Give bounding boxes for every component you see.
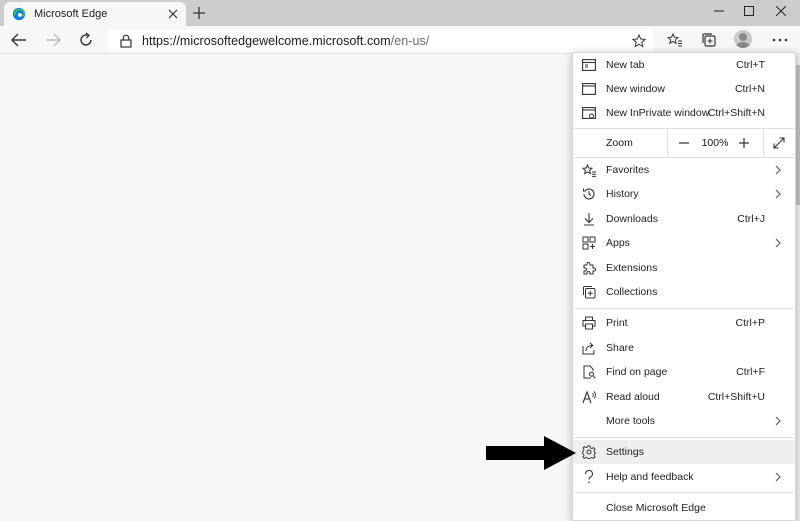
menu-item-label: New InPrivate window — [606, 107, 710, 119]
zoom-row: Zoom 100% — [573, 129, 795, 157]
question-mark-icon — [581, 469, 597, 485]
menu-item-label: Extensions — [606, 262, 658, 274]
puzzle-piece-icon — [581, 260, 597, 276]
menu-item-label: Help and feedback — [606, 471, 694, 483]
url-host: https://microsoftedgewelcome.microsoft.c… — [142, 33, 391, 48]
menu-item-label: Read aloud — [606, 391, 660, 403]
zoom-divider — [763, 129, 764, 157]
zoom-label: Zoom — [606, 137, 633, 149]
menu-separator — [573, 308, 795, 309]
menu-item-shortcut: Ctrl+Shift+N — [707, 107, 765, 119]
url-path: /en-us/ — [390, 33, 430, 48]
menu-item-shortcut: Ctrl+T — [736, 59, 765, 71]
find-on-page-icon — [581, 364, 597, 380]
menu-item-label: New window — [606, 83, 665, 95]
edge-logo-icon — [12, 7, 26, 21]
download-icon — [581, 211, 597, 227]
menu-separator — [573, 437, 795, 438]
menu-item-find-on-page[interactable]: Find on page Ctrl+F — [573, 360, 795, 384]
menu-item-new-window[interactable]: New window Ctrl+N — [573, 77, 795, 101]
menu-item-collections[interactable]: Collections — [573, 280, 795, 304]
menu-item-shortcut: Ctrl+P — [735, 317, 765, 329]
browser-tab[interactable]: Microsoft Edge — [4, 2, 186, 26]
menu-item-label: Close Microsoft Edge — [606, 502, 706, 514]
url-text[interactable]: https://microsoftedgewelcome.microsoft.c… — [142, 34, 429, 48]
lock-icon[interactable] — [118, 33, 134, 49]
settings-and-more-icon[interactable] — [767, 28, 793, 52]
zoom-value: 100% — [701, 137, 729, 149]
zoom-divider — [667, 129, 668, 157]
full-screen-icon[interactable] — [768, 133, 790, 153]
chevron-right-icon — [773, 188, 783, 200]
settings-and-more-menu: New tab Ctrl+T New window Ctrl+N New InP… — [572, 52, 796, 521]
collections-icon — [581, 284, 597, 300]
apps-icon — [581, 235, 597, 251]
close-tab-icon[interactable] — [164, 5, 182, 23]
menu-item-label: Share — [606, 342, 635, 354]
tab-strip: Microsoft Edge — [0, 0, 800, 26]
add-favorite-star-icon[interactable] — [630, 32, 648, 50]
refresh-icon[interactable] — [73, 28, 99, 52]
menu-item-label: Favorites — [606, 164, 650, 176]
new-tab-plus-icon[interactable] — [190, 4, 208, 22]
history-icon — [581, 186, 597, 202]
inprivate-window-icon — [581, 105, 597, 121]
menu-item-label: Apps — [606, 237, 630, 249]
menu-item-extensions[interactable]: Extensions — [573, 256, 795, 280]
menu-item-label: Print — [606, 317, 628, 329]
favorites-icon — [581, 162, 597, 178]
menu-item-read-aloud[interactable]: Read aloud Ctrl+Shift+U — [573, 385, 795, 409]
menu-item-downloads[interactable]: Downloads Ctrl+J — [573, 207, 795, 231]
menu-item-print[interactable]: Print Ctrl+P — [573, 311, 795, 335]
scrollbar-thumb[interactable] — [796, 65, 800, 205]
printer-icon — [581, 315, 597, 331]
zoom-out-icon[interactable] — [673, 133, 695, 153]
menu-item-favorites[interactable]: Favorites — [573, 158, 795, 182]
gear-icon — [581, 444, 597, 460]
menu-item-label: History — [606, 188, 639, 200]
annotation-arrow-icon — [486, 436, 576, 470]
menu-item-close-microsoft-edge[interactable]: Close Microsoft Edge — [573, 496, 795, 520]
maximize-icon[interactable] — [734, 0, 764, 22]
new-tab-icon — [581, 57, 597, 73]
menu-item-shortcut: Ctrl+N — [734, 83, 765, 95]
menu-separator — [573, 492, 795, 493]
menu-item-shortcut: Ctrl+Shift+U — [707, 391, 765, 403]
chevron-right-icon — [773, 415, 783, 427]
profile-avatar[interactable] — [734, 30, 752, 48]
chevron-right-icon — [773, 164, 783, 176]
menu-item-more-tools[interactable]: More tools — [573, 409, 795, 433]
new-window-icon — [581, 81, 597, 97]
menu-item-apps[interactable]: Apps — [573, 231, 795, 255]
tab-title: Microsoft Edge — [34, 8, 108, 20]
menu-item-shortcut: Ctrl+F — [736, 366, 765, 378]
chevron-right-icon — [773, 237, 783, 249]
menu-item-label: Collections — [606, 286, 658, 298]
menu-item-settings[interactable]: Settings — [573, 440, 795, 464]
menu-item-label: More tools — [606, 415, 656, 427]
menu-item-label: Downloads — [606, 213, 658, 225]
menu-item-label: Find on page — [606, 366, 668, 378]
close-window-icon[interactable] — [766, 0, 796, 22]
chevron-right-icon — [773, 471, 783, 483]
page-scrollbar[interactable] — [796, 55, 800, 521]
menu-item-label: Settings — [606, 446, 644, 458]
collections-icon[interactable] — [696, 28, 722, 52]
share-icon — [581, 340, 597, 356]
address-bar[interactable]: https://microsoftedgewelcome.microsoft.c… — [108, 29, 654, 52]
read-aloud-icon — [581, 389, 597, 405]
back-arrow-icon[interactable] — [6, 28, 32, 52]
favorites-icon[interactable] — [662, 28, 688, 52]
minimize-icon[interactable] — [704, 0, 734, 22]
forward-arrow-icon[interactable] — [40, 28, 66, 52]
menu-item-new-inprivate-window[interactable]: New InPrivate window Ctrl+Shift+N — [573, 101, 795, 125]
menu-item-label: New tab — [606, 59, 645, 71]
menu-item-shortcut: Ctrl+J — [737, 213, 765, 225]
menu-item-share[interactable]: Share — [573, 336, 795, 360]
menu-item-help-and-feedback[interactable]: Help and feedback — [573, 465, 795, 489]
menu-item-history[interactable]: History — [573, 182, 795, 206]
browser-toolbar: https://microsoftedgewelcome.microsoft.c… — [0, 26, 800, 54]
menu-item-new-tab[interactable]: New tab Ctrl+T — [573, 53, 795, 77]
zoom-in-icon[interactable] — [733, 133, 755, 153]
